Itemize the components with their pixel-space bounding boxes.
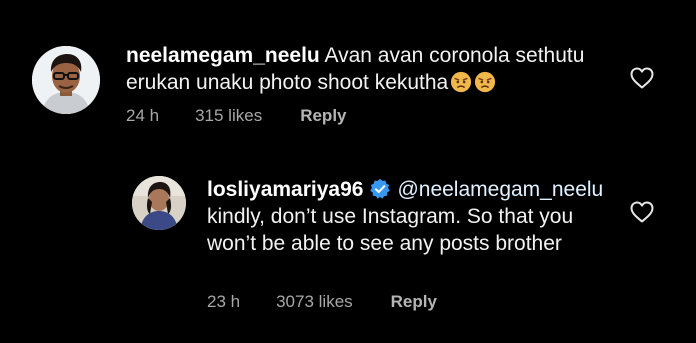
comment-text: kindly, don’t use Instagram. So that you… xyxy=(207,205,574,255)
reply-button[interactable]: Reply xyxy=(300,106,346,126)
avatar-image xyxy=(32,46,100,114)
comment-likes[interactable]: 3073 likes xyxy=(276,292,353,312)
heart-outline-icon[interactable] xyxy=(630,201,654,223)
verified-badge-icon xyxy=(370,178,391,199)
mention-link[interactable]: @neelamegam_neelu xyxy=(397,178,603,201)
comment-meta: 24 h 315 likes Reply xyxy=(126,106,347,126)
comment-username[interactable]: neelamegam_neelu xyxy=(126,44,320,67)
avatar[interactable] xyxy=(32,46,100,114)
avatar[interactable] xyxy=(132,176,186,230)
comment-body: losliyamariya96 @neelamegam_neelu kindly… xyxy=(207,176,607,257)
reply-comment-item: losliyamariya96 @neelamegam_neelu kindly… xyxy=(0,170,696,320)
comment-meta: 23 h 3073 likes Reply xyxy=(207,292,437,312)
angry-face-emoji xyxy=(451,71,472,93)
comment-item: neelamegam_neelu Avan avan coronola seth… xyxy=(0,38,696,138)
comment-time: 24 h xyxy=(126,106,160,125)
comment-body: neelamegam_neelu Avan avan coronola seth… xyxy=(126,42,596,96)
comment-username[interactable]: losliyamariya96 xyxy=(207,178,363,201)
heart-outline-icon[interactable] xyxy=(630,67,654,89)
avatar-image xyxy=(132,176,186,230)
comment-likes[interactable]: 315 likes xyxy=(195,106,262,126)
reply-button[interactable]: Reply xyxy=(391,292,437,312)
angry-face-emoji xyxy=(475,71,496,93)
comment-time: 23 h xyxy=(207,292,241,311)
